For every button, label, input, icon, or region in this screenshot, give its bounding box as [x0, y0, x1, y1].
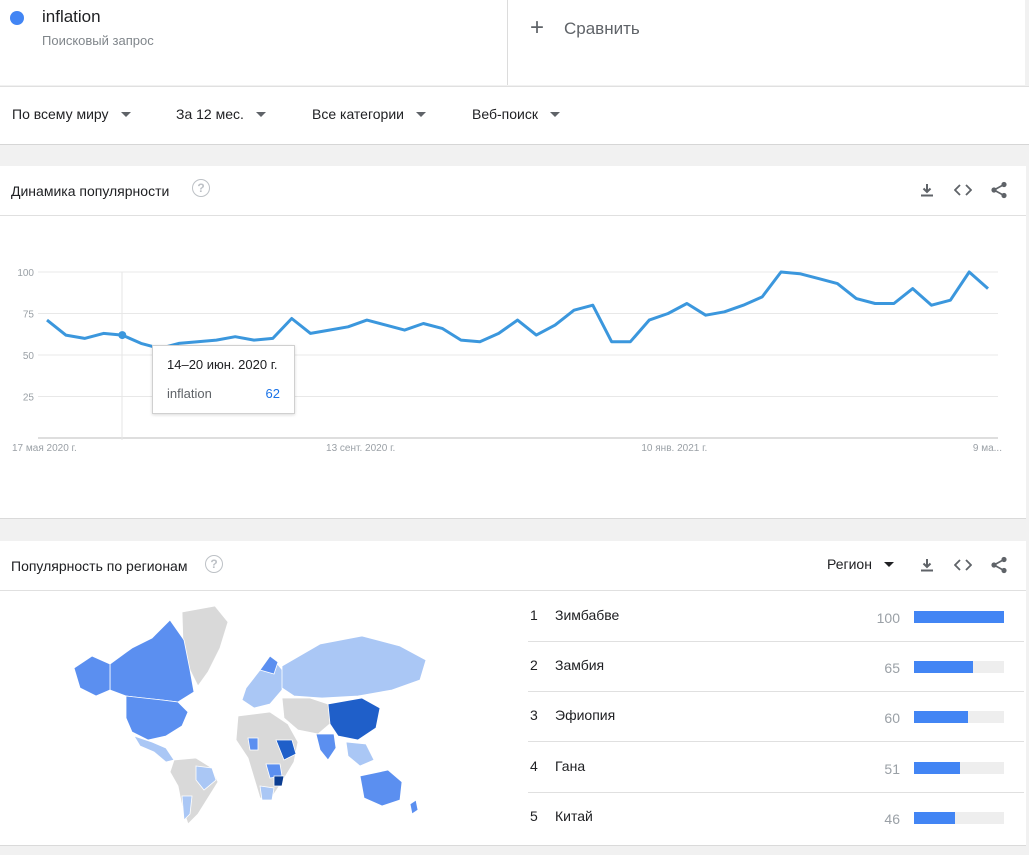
filter-bar: По всему миру За 12 мес. Все категории В… — [0, 86, 1029, 145]
download-icon[interactable] — [916, 554, 938, 576]
share-icon[interactable] — [988, 554, 1010, 576]
x-tick-label: 13 сент. 2020 г. — [326, 443, 395, 454]
region-bar — [914, 611, 1004, 623]
region-rank: 1 — [530, 607, 538, 623]
y-tick-label: 25 — [23, 393, 35, 404]
region-bar-fill — [914, 611, 1004, 623]
map-region-se-asia[interactable] — [345, 741, 375, 767]
filter-time-range[interactable]: За 12 мес. — [176, 106, 266, 122]
embed-code-icon[interactable] — [952, 179, 974, 201]
search-term-card[interactable]: inflation Поисковый запрос — [0, 0, 508, 85]
region-row[interactable]: 2 Замбия 65 — [528, 641, 1024, 692]
y-tick-label: 100 — [17, 268, 34, 279]
map-region-australia[interactable] — [359, 769, 403, 807]
caret-down-icon — [415, 111, 426, 117]
x-tick-label: 9 ма... — [973, 443, 1002, 454]
region-row[interactable]: 1 Зимбабве 100 — [528, 591, 1024, 642]
map-region-china[interactable] — [327, 697, 381, 741]
region-value: 65 — [884, 660, 900, 676]
map-region-south-africa[interactable] — [259, 785, 275, 801]
region-select-label: Регион — [827, 556, 872, 572]
plus-icon[interactable]: + — [530, 14, 544, 42]
map-region-ghana[interactable] — [247, 737, 259, 751]
download-icon[interactable] — [916, 179, 938, 201]
x-tick-label: 17 мая 2020 г. — [12, 443, 77, 454]
region-bar-fill — [914, 661, 973, 673]
filter-label: По всему миру — [12, 106, 109, 122]
series-line-inflation[interactable] — [46, 270, 989, 350]
region-rank: 5 — [530, 808, 538, 824]
region-bar — [914, 812, 1004, 824]
caret-down-icon — [255, 111, 266, 117]
map-region-mexico[interactable] — [133, 735, 175, 763]
region-value: 100 — [876, 610, 900, 626]
region-name[interactable]: Эфиопия — [555, 707, 615, 723]
card-title: Популярность по регионам — [11, 558, 188, 574]
tooltip-date: 14–20 июн. 2020 г. — [167, 357, 278, 372]
region-bar-fill — [914, 711, 968, 723]
compare-button[interactable]: Сравнить — [564, 19, 640, 39]
y-tick-label: 50 — [23, 351, 35, 362]
region-name[interactable]: Замбия — [555, 657, 604, 673]
map-region-zimbabwe[interactable] — [273, 775, 285, 787]
search-term-type: Поисковый запрос — [42, 33, 154, 48]
search-term-name[interactable]: inflation — [42, 7, 101, 27]
filter-search-type[interactable]: Веб-поиск — [472, 106, 560, 122]
region-rank: 4 — [530, 758, 538, 774]
region-value: 60 — [884, 710, 900, 726]
share-icon[interactable] — [988, 179, 1010, 201]
caret-down-icon — [883, 561, 894, 567]
region-bar — [914, 762, 1004, 774]
region-row[interactable]: 5 Китай 46 — [528, 792, 1024, 842]
region-row[interactable]: 4 Гана 51 — [528, 742, 1024, 793]
tooltip-value: 62 — [265, 386, 280, 401]
region-bar-fill — [914, 762, 960, 774]
filter-label: Все категории — [312, 106, 404, 122]
map-region-india[interactable] — [315, 733, 337, 761]
hover-point — [118, 331, 127, 340]
term-color-dot — [10, 11, 24, 25]
chart-tooltip: 14–20 июн. 2020 г. inflation 62 — [152, 345, 295, 414]
tooltip-term: inflation — [167, 386, 212, 401]
region-bar — [914, 711, 1004, 723]
region-name[interactable]: Зимбабве — [555, 607, 619, 623]
region-bar-fill — [914, 812, 956, 824]
map-region-russia[interactable] — [281, 635, 427, 699]
help-icon[interactable]: ? — [192, 179, 210, 197]
region-name[interactable]: Гана — [555, 758, 585, 774]
compare-card[interactable] — [508, 0, 1025, 85]
map-region-canada[interactable] — [109, 619, 195, 703]
x-tick-label: 10 янв. 2021 г. — [641, 443, 707, 454]
header-divider — [0, 215, 1026, 216]
filter-category[interactable]: Все категории — [312, 106, 426, 122]
filter-region[interactable]: По всему миру — [12, 106, 131, 122]
region-value: 51 — [884, 761, 900, 777]
filter-label: За 12 мес. — [176, 106, 244, 122]
region-value: 46 — [884, 811, 900, 827]
region-row[interactable]: 3 Эфиопия 60 — [528, 691, 1024, 742]
region-rank: 2 — [530, 657, 538, 673]
region-name[interactable]: Китай — [555, 808, 593, 824]
card-title: Динамика популярности — [11, 183, 170, 199]
caret-down-icon — [120, 111, 131, 117]
map-region-usa[interactable] — [125, 695, 189, 741]
embed-code-icon[interactable] — [952, 554, 974, 576]
region-bar — [914, 661, 1004, 673]
map-region-alaska[interactable] — [73, 655, 111, 697]
world-map[interactable] — [70, 600, 435, 825]
filter-label: Веб-поиск — [472, 106, 538, 122]
region-rank: 3 — [530, 707, 538, 723]
map-region-new-zealand[interactable] — [409, 799, 419, 815]
y-tick-label: 75 — [23, 310, 35, 321]
caret-down-icon — [549, 111, 560, 117]
help-icon[interactable]: ? — [205, 555, 223, 573]
region-resolution-select[interactable]: Регион — [827, 556, 894, 572]
